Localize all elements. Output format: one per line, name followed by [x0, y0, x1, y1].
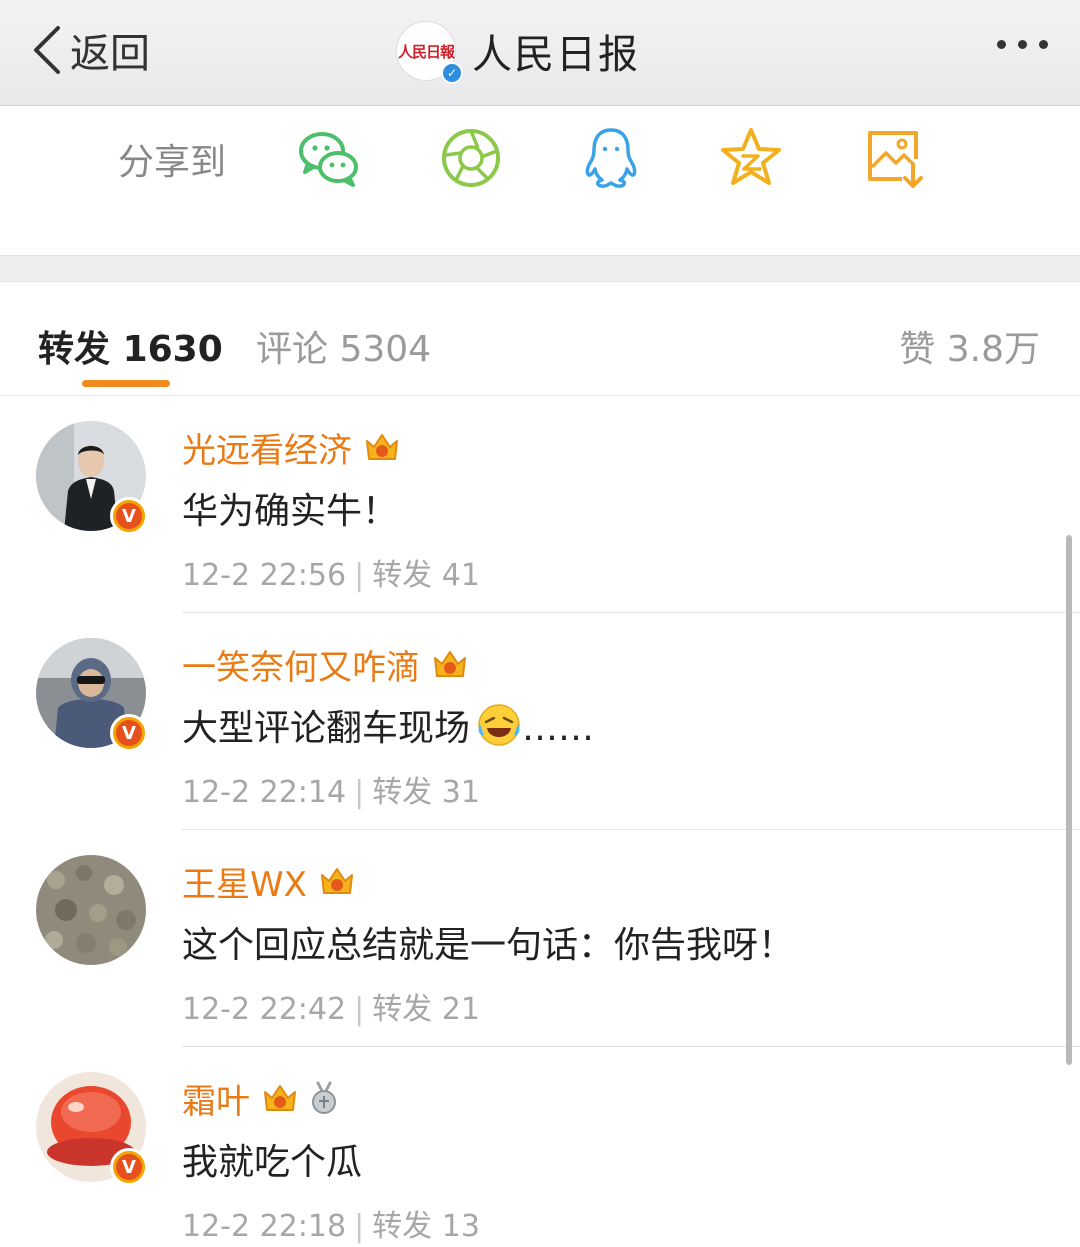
avatar[interactable]: V [36, 1072, 148, 1186]
repost-count: 41 [441, 558, 480, 593]
tab-label: 赞 [899, 329, 936, 370]
list-item[interactable]: V 一笑奈何又咋滴 大型评论翻车现场 …… 12-2 22:14 | 转发 31 [0, 613, 1080, 830]
repost-text: 华为确实牛！ [182, 491, 399, 532]
verified-v: V [116, 503, 142, 529]
tab-count: 1630 [122, 329, 223, 370]
tab-likes[interactable]: 赞 3.8万 [899, 320, 1040, 372]
vip-crown-icon [264, 1085, 296, 1111]
meta-separator: | [354, 1209, 365, 1244]
qq-icon[interactable] [578, 125, 644, 191]
verified-badge-icon: V [110, 1148, 148, 1186]
vip-crown-icon [366, 434, 398, 460]
account-logo: 人民日報 ✓ [396, 21, 463, 84]
timestamp: 12-2 22:18 [182, 1209, 347, 1244]
repost-list: V 光远看经济 华为确实牛！ 12-2 22:56 | 转发 41 V 一笑奈何… [0, 396, 1080, 1247]
item-meta: 12-2 22:56 | 转发 41 [182, 550, 480, 594]
top-navbar: 返回 人民日報 ✓ 人民日报 [0, 0, 1080, 106]
laugh-cry-emoji-icon [478, 704, 520, 746]
timestamp: 12-2 22:42 [182, 992, 347, 1027]
item-meta: 12-2 22:14 | 转发 31 [182, 767, 480, 811]
more-options-button[interactable] [997, 40, 1048, 49]
verified-badge-icon: V [110, 497, 148, 535]
section-separator [0, 255, 1080, 282]
list-item[interactable]: V 光远看经济 华为确实牛！ 12-2 22:56 | 转发 41 [0, 396, 1080, 613]
share-bar: 分享到 [0, 107, 1080, 255]
dot-icon [997, 40, 1006, 49]
meta-separator: | [354, 992, 365, 1027]
medal-icon [312, 1081, 336, 1114]
timestamp: 12-2 22:14 [182, 775, 347, 810]
interaction-tabs: 转发 1630 评论 5304 赞 3.8万 [0, 282, 1080, 396]
repost-label[interactable]: 转发 [372, 558, 432, 593]
dot-icon [1039, 40, 1048, 49]
repost-label[interactable]: 转发 [372, 1209, 432, 1244]
avatar-image [36, 855, 146, 965]
moments-icon[interactable] [438, 125, 504, 191]
username[interactable]: 王星WX [182, 857, 307, 906]
scrollbar[interactable] [1066, 535, 1072, 1065]
repost-text: 我就吃个瓜 [182, 1142, 363, 1183]
repost-text: 大型评论翻车现场 …… [182, 699, 594, 751]
meta-separator: | [354, 558, 365, 593]
list-item[interactable]: 王星WX 这个回应总结就是一句话：你告我呀！ 12-2 22:42 | 转发 21 [0, 830, 1080, 1047]
item-meta: 12-2 22:18 | 转发 13 [182, 1201, 480, 1245]
tab-reposts[interactable]: 转发 1630 [38, 320, 223, 372]
repost-label[interactable]: 转发 [372, 775, 432, 810]
wechat-icon[interactable] [296, 125, 362, 191]
qzone-icon[interactable] [718, 125, 784, 191]
avatar[interactable]: V [36, 421, 148, 535]
vip-crown-icon [434, 651, 466, 677]
item-meta: 12-2 22:42 | 转发 21 [182, 984, 480, 1028]
verified-icon: ✓ [441, 62, 463, 84]
account-header[interactable]: 人民日報 ✓ 人民日报 [396, 16, 640, 86]
timestamp: 12-2 22:56 [182, 558, 347, 593]
save-image-icon[interactable] [862, 125, 928, 191]
tab-count: 3.8万 [946, 329, 1040, 370]
dot-icon [1018, 40, 1027, 49]
chevron-left-icon [34, 26, 60, 74]
meta-separator: | [354, 775, 365, 810]
page-title: 人民日报 [472, 32, 640, 78]
repost-count: 21 [441, 992, 480, 1027]
repost-text-suffix: …… [522, 708, 595, 749]
avatar[interactable] [36, 855, 146, 965]
logo-text: 人民日報 [397, 42, 455, 61]
verified-v: V [116, 720, 142, 746]
username[interactable]: 光远看经济 [182, 423, 352, 472]
repost-count: 13 [441, 1209, 480, 1244]
username[interactable]: 霜叶 [182, 1074, 250, 1123]
username-row: 霜叶 [182, 1074, 340, 1123]
active-tab-indicator [82, 380, 170, 387]
avatar[interactable]: V [36, 638, 148, 752]
tab-comments[interactable]: 评论 5304 [256, 320, 431, 372]
username-row: 一笑奈何又咋滴 [182, 640, 470, 689]
list-item[interactable]: V 霜叶 我就吃个瓜 12-2 22:18 | 转发 13 [0, 1047, 1080, 1247]
verified-badge-icon: V [110, 714, 148, 752]
tab-count: 5304 [339, 329, 432, 370]
username-row: 王星WX [182, 857, 357, 906]
tab-label: 转发 [38, 329, 111, 370]
vip-crown-icon [320, 868, 353, 894]
verified-v: V [116, 1154, 142, 1180]
repost-label[interactable]: 转发 [372, 992, 432, 1027]
share-label: 分享到 [118, 142, 227, 183]
username-row: 光远看经济 [182, 423, 402, 472]
repost-count: 31 [441, 775, 480, 810]
back-label: 返回 [70, 31, 150, 77]
repost-text: 这个回应总结就是一句话：你告我呀！ [182, 925, 795, 966]
back-button[interactable]: 返回 [28, 20, 150, 80]
tab-label: 评论 [256, 329, 329, 370]
repost-text-main: 大型评论翻车现场 [182, 708, 471, 749]
username[interactable]: 一笑奈何又咋滴 [182, 640, 420, 689]
